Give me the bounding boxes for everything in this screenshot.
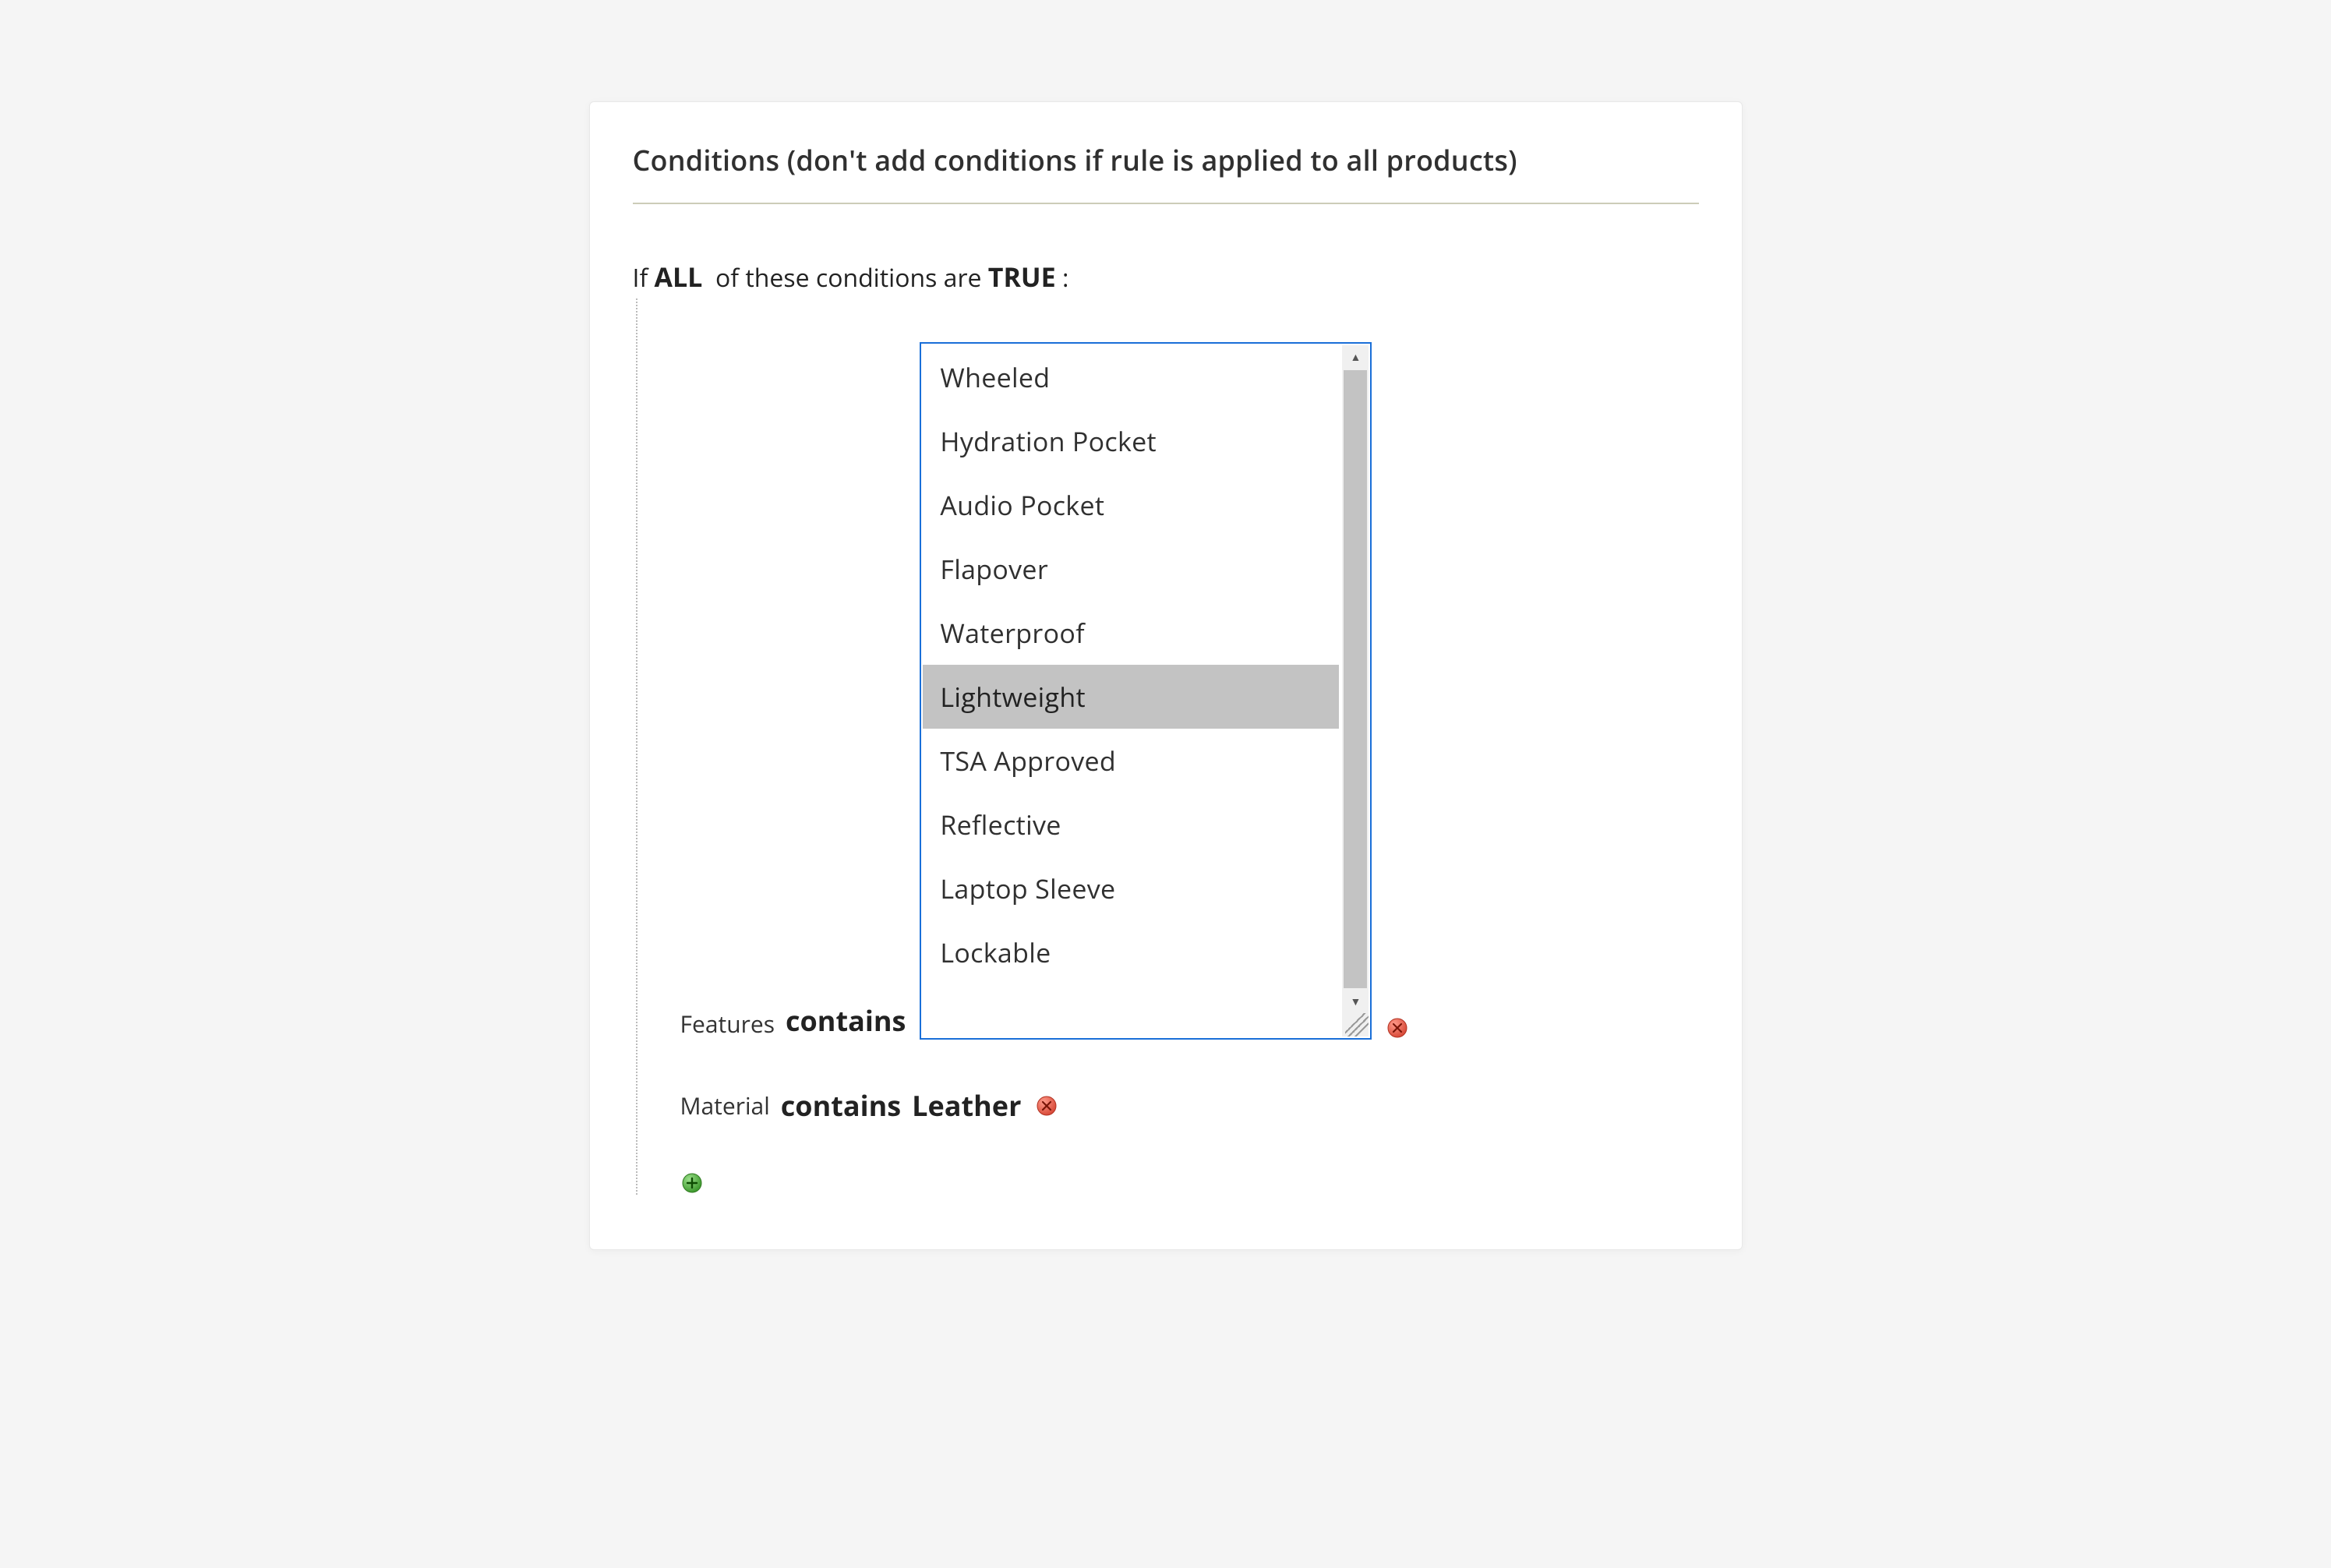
remove-condition-features-button[interactable] bbox=[1386, 1016, 1409, 1040]
material-operator[interactable]: contains bbox=[781, 1086, 901, 1125]
option-hydration-pocket[interactable]: Hydration Pocket bbox=[923, 409, 1339, 473]
resize-handle-icon[interactable] bbox=[1345, 1013, 1369, 1037]
conditions-tree: Features contains Wheeled Hydration Pock… bbox=[636, 298, 1699, 1195]
option-waterproof[interactable]: Waterproof bbox=[923, 601, 1339, 665]
combine-suffix: : bbox=[1062, 261, 1068, 295]
option-lightweight[interactable]: Lightweight bbox=[923, 665, 1339, 729]
conditions-panel: Conditions (don't add conditions if rule… bbox=[589, 101, 1743, 1250]
combine-middle-text: of these conditions are bbox=[715, 261, 981, 295]
features-value-select[interactable]: Wheeled Hydration Pocket Audio Pocket Fl… bbox=[920, 342, 1372, 1040]
combine-aggregator[interactable]: ALL bbox=[655, 259, 703, 295]
option-audio-pocket[interactable]: Audio Pocket bbox=[923, 473, 1339, 537]
scrollbar-down-icon[interactable]: ▼ bbox=[1342, 990, 1369, 1013]
combine-prefix: If bbox=[633, 261, 648, 295]
option-laptop-sleeve[interactable]: Laptop Sleeve bbox=[923, 856, 1339, 920]
option-flapover[interactable]: Flapover bbox=[923, 537, 1339, 601]
remove-icon bbox=[1386, 1017, 1408, 1039]
option-tsa-approved[interactable]: TSA Approved bbox=[923, 729, 1339, 793]
material-value[interactable]: Leather bbox=[912, 1086, 1021, 1125]
features-attribute-label[interactable]: Features bbox=[680, 1008, 775, 1040]
condition-row-features: Features contains Wheeled Hydration Pock… bbox=[680, 342, 1699, 1040]
option-lockable[interactable]: Lockable bbox=[923, 920, 1339, 984]
features-options-list: Wheeled Hydration Pocket Audio Pocket Fl… bbox=[923, 345, 1339, 1037]
select-scrollbar[interactable]: ▲ ▼ bbox=[1342, 345, 1369, 1037]
add-condition-row bbox=[680, 1171, 1699, 1195]
condition-row-material: Material contains Leather bbox=[680, 1086, 1699, 1125]
conditions-body: If ALL of these conditions are TRUE : Fe… bbox=[633, 259, 1699, 1195]
option-wheeled[interactable]: Wheeled bbox=[923, 345, 1339, 409]
option-reflective[interactable]: Reflective bbox=[923, 793, 1339, 856]
scrollbar-thumb[interactable] bbox=[1344, 370, 1367, 988]
add-icon bbox=[681, 1172, 703, 1194]
condition-combine-line: If ALL of these conditions are TRUE : bbox=[633, 259, 1699, 295]
combine-value[interactable]: TRUE bbox=[988, 259, 1056, 295]
add-condition-button[interactable] bbox=[680, 1171, 704, 1195]
scrollbar-up-icon[interactable]: ▲ bbox=[1342, 345, 1369, 369]
combine-middle bbox=[709, 261, 715, 295]
panel-title: Conditions (don't add conditions if rule… bbox=[633, 141, 1699, 204]
remove-icon bbox=[1036, 1095, 1058, 1117]
material-attribute-label[interactable]: Material bbox=[680, 1089, 770, 1121]
remove-condition-material-button[interactable] bbox=[1035, 1094, 1058, 1118]
features-operator[interactable]: contains bbox=[786, 1001, 906, 1040]
